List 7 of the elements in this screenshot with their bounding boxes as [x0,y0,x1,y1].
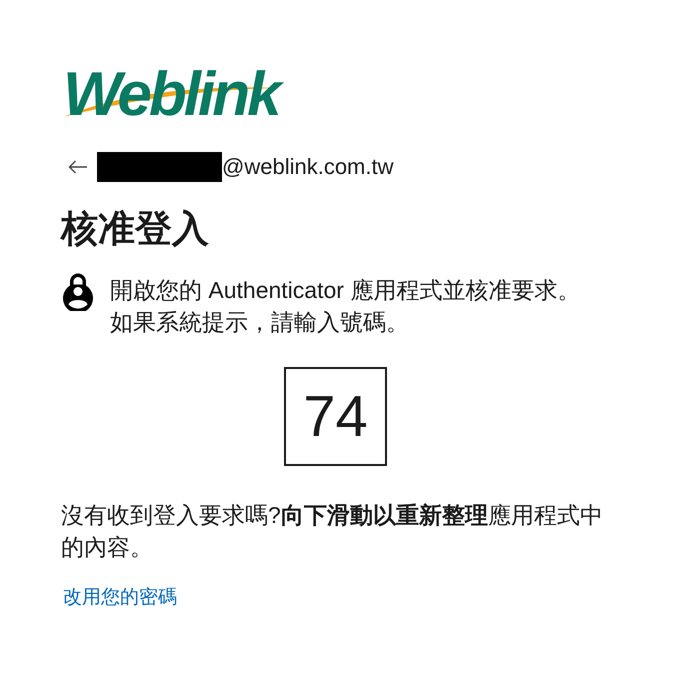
number-display: 74 [284,367,387,466]
help-text: 沒有收到登入要求嗎?向下滑動以重新整理應用程式中的內容。 [61,501,604,562]
back-arrow-icon [68,160,88,174]
instruction-text: 開啟您的 Authenticator 應用程式並核准要求。如果系統提示，請輸入號碼。 [110,276,582,337]
page-title: 核准登入 [61,207,209,251]
account-email: @weblink.com.tw [222,153,394,181]
use-password-link[interactable]: 改用您的密碼 [63,585,177,611]
